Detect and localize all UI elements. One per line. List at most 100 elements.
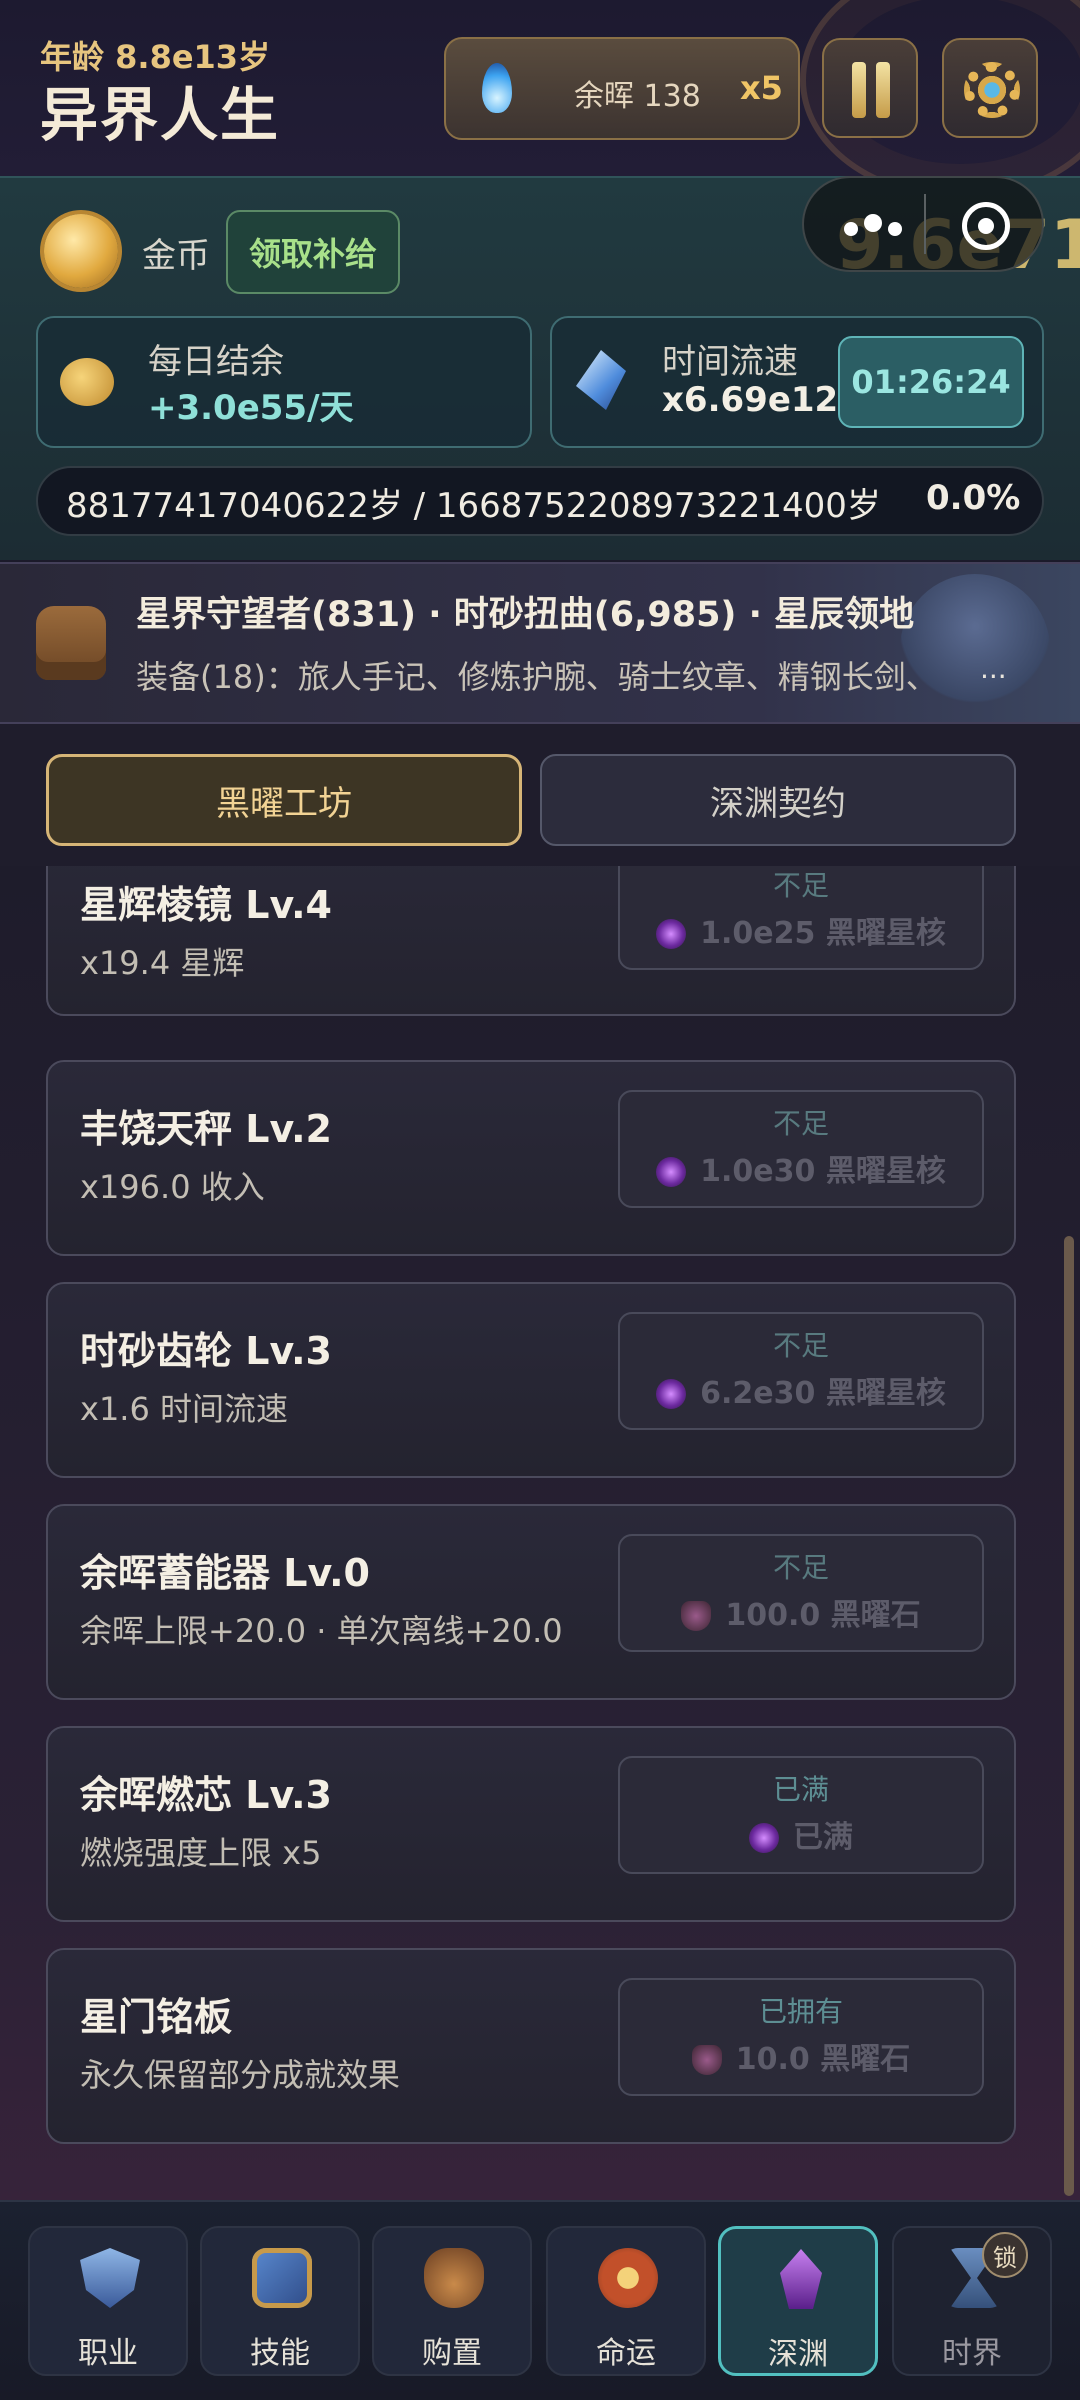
age-progress-percent: 0.0% (926, 478, 1021, 518)
more-ellipsis: ... (980, 652, 1007, 685)
timer-button[interactable]: 01:26:24 (838, 336, 1024, 428)
item-name: 丰饶天秤 Lv.2 (80, 1107, 332, 1151)
age-progress-text: 88177417040622岁 / 16687522089732214​00岁 (66, 486, 881, 526)
more-icon (844, 222, 858, 236)
upgrade-status: 已拥有 (758, 1995, 843, 2028)
upgrade-button[interactable]: 已拥有 10.0 黑曜石 (618, 1978, 984, 2096)
bottom-nav: 职业 技能 购置 命运 深渊 时界 (0, 2200, 1080, 2400)
list-item: 丰饶天秤 Lv.2 x196.0 收入 不足 1.0e30 黑曜星核 (46, 1060, 1016, 1256)
nav-label: 职业 (78, 2336, 138, 2371)
tab-abyss-contract[interactable]: 深渊契约 (540, 754, 1016, 846)
item-desc: 永久保留部分成就效果 (80, 2056, 401, 2094)
item-desc: 余晖上限+20.0 · 单次离线+20.0 (80, 1612, 563, 1650)
cost-text: 100.0 黑曜石 (725, 1598, 921, 1633)
list-item: 余晖燃芯 Lv.3 燃烧强度上限 x5 已满 已满 (46, 1726, 1016, 1922)
item-name: 星辉棱镜 Lv.4 (80, 883, 332, 927)
daily-balance-label: 每日结余 (148, 342, 284, 382)
item-name: 余晖蓄能器 Lv.0 (80, 1551, 370, 1595)
nav-label: 命运 (596, 2336, 656, 2371)
ember-label: 余晖 138 (574, 79, 701, 114)
list-item: 时砂齿轮 Lv.3 x1.6 时间流速 不足 6.2e30 黑曜星核 (46, 1282, 1016, 1478)
profile-equipment: 装备(18)：旅人手记、修炼护腕、骑士纹章、精钢长剑、 (136, 658, 938, 696)
daily-balance-value: +3.0e55/天 (148, 388, 354, 428)
item-name: 时砂齿轮 Lv.3 (80, 1329, 332, 1373)
upgrade-status: 不足 (772, 869, 829, 902)
item-desc: 燃烧强度上限 x5 (80, 1834, 322, 1872)
cost-text: 1.0e30 黑曜星核 (700, 1154, 946, 1189)
cost-text: 10.0 黑曜石 (735, 2042, 911, 2077)
settings-button[interactable] (942, 38, 1038, 138)
item-desc: x19.4 星辉 (80, 944, 245, 982)
list-item: 余晖蓄能器 Lv.0 余晖上限+20.0 · 单次离线+20.0 不足 100.… (46, 1504, 1016, 1700)
upgrade-status: 不足 (772, 1329, 829, 1362)
upgrade-cost: 6.2e30 黑曜星核 (620, 1368, 982, 1412)
upgrade-cost: 1.0e30 黑曜星核 (620, 1146, 982, 1190)
item-desc: x1.6 时间流速 (80, 1390, 289, 1428)
profile-titles: 星界守望者(831) · 时砂扭曲(6,985) · 星辰领地 (136, 595, 915, 635)
upgrade-status: 已满 (772, 1773, 829, 1806)
nav-timeworld[interactable]: 时界 (892, 2226, 1052, 2376)
pause-icon-bar (876, 62, 890, 118)
fate-compass-icon (598, 2248, 658, 2308)
obsidian-stone-icon (681, 1601, 712, 1631)
upgrade-cost: 1.0e25 黑曜星核 (620, 908, 982, 952)
cost-text: 6.2e30 黑曜星核 (700, 1376, 946, 1411)
upgrade-list[interactable]: 星辉棱镜 Lv.4 x19.4 星辉 不足 1.0e25 黑曜星核 丰饶天秤 L… (0, 866, 1080, 2202)
mini-program-capsule[interactable] (802, 176, 1044, 272)
ember-counter[interactable]: 余晖 138 x5 (444, 37, 800, 140)
upgrade-button[interactable]: 已满 已满 (618, 1756, 984, 1874)
upgrade-cost: 10.0 黑曜石 (620, 2034, 982, 2078)
nav-purchase[interactable]: 购置 (372, 2226, 532, 2376)
scrollbar[interactable] (1064, 1236, 1074, 2196)
upgrade-status: 不足 (772, 1107, 829, 1140)
obsidian-core-icon (656, 1379, 687, 1409)
nav-label: 深渊 (768, 2337, 828, 2372)
abyss-crystal-icon (780, 2249, 822, 2309)
coin-bag-icon (424, 2248, 484, 2308)
time-speed-value: x6.69e12 (662, 380, 839, 420)
tab-obsidian-workshop[interactable]: 黑曜工坊 (46, 754, 522, 846)
item-desc: x196.0 收入 (80, 1168, 265, 1206)
gold-coin-icon (44, 214, 118, 288)
game-title: 异界人生 (40, 81, 281, 149)
more-icon-dot (864, 214, 882, 232)
claim-supply-button[interactable]: 领取补给 (226, 210, 400, 294)
shield-sword-icon (80, 2248, 140, 2308)
coin-growth-icon (60, 358, 114, 406)
time-speed-label: 时间流速 (662, 342, 798, 382)
nav-fate[interactable]: 命运 (546, 2226, 706, 2376)
backpack-icon (36, 606, 106, 680)
upgrade-button[interactable]: 不足 100.0 黑曜石 (618, 1534, 984, 1652)
upgrade-cost: 已满 (620, 1812, 982, 1856)
upgrade-button[interactable]: 不足 6.2e30 黑曜星核 (618, 1312, 984, 1430)
ember-multiplier: x5 (740, 69, 783, 107)
nav-label: 时界 (942, 2336, 1002, 2371)
hero-portrait (900, 574, 1050, 724)
lock-badge: 锁 (982, 2232, 1028, 2278)
obsidian-stone-icon (691, 2045, 722, 2075)
obsidian-core-icon (656, 1157, 687, 1187)
nav-label: 购置 (422, 2336, 482, 2371)
pause-icon (852, 62, 866, 118)
blue-flame-icon (482, 63, 512, 113)
more-icon-dot (888, 222, 902, 236)
upgrade-button[interactable]: 不足 1.0e30 黑曜星核 (618, 1090, 984, 1208)
pause-button[interactable] (822, 38, 918, 138)
nav-skills[interactable]: 技能 (200, 2226, 360, 2376)
upgrade-cost: 100.0 黑曜石 (620, 1590, 982, 1634)
nav-abyss[interactable]: 深渊 (718, 2226, 878, 2376)
spellbook-icon (252, 2248, 312, 2308)
upgrade-button[interactable]: 不足 1.0e25 黑曜星核 (618, 866, 984, 970)
nav-career[interactable]: 职业 (28, 2226, 188, 2376)
obsidian-core-icon (656, 919, 687, 949)
gear-icon (964, 62, 1020, 118)
cost-text: 已满 (793, 1820, 853, 1855)
close-target-icon[interactable] (962, 202, 1010, 250)
cost-text: 1.0e25 黑曜星核 (700, 916, 946, 951)
item-name: 星门铭板 (80, 1995, 233, 2039)
obsidian-core-icon (749, 1823, 779, 1853)
upgrade-status: 不足 (772, 1551, 829, 1584)
nav-label: 技能 (250, 2336, 310, 2371)
item-name: 余晖燃芯 Lv.3 (80, 1773, 332, 1817)
list-item: 星门铭板 永久保留部分成就效果 已拥有 10.0 黑曜石 (46, 1948, 1016, 2144)
